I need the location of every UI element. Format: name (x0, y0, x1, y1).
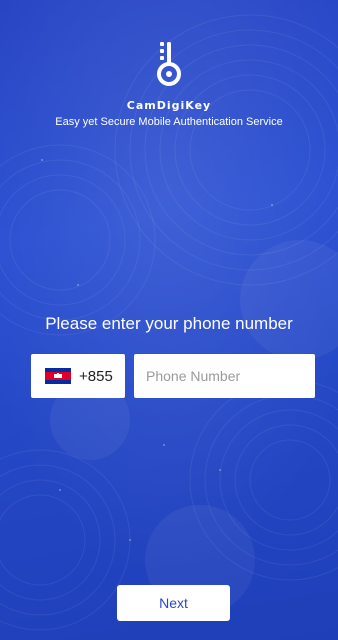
app-tagline: Easy yet Secure Mobile Authentication Se… (55, 116, 283, 128)
cambodia-flag-icon (45, 368, 71, 384)
app-header: CamDigiKey Easy yet Secure Mobile Authen… (0, 40, 338, 128)
login-screen: CamDigiKey Easy yet Secure Mobile Authen… (0, 0, 338, 640)
country-code-selector[interactable]: +855 (31, 354, 125, 398)
app-name: CamDigiKey (126, 99, 212, 112)
country-code-text: +855 (79, 367, 113, 385)
next-button[interactable]: Next (117, 585, 230, 621)
key-lock-icon (157, 42, 181, 86)
phone-prompt: Please enter your phone number (45, 314, 293, 333)
phone-number-input[interactable] (134, 354, 315, 398)
